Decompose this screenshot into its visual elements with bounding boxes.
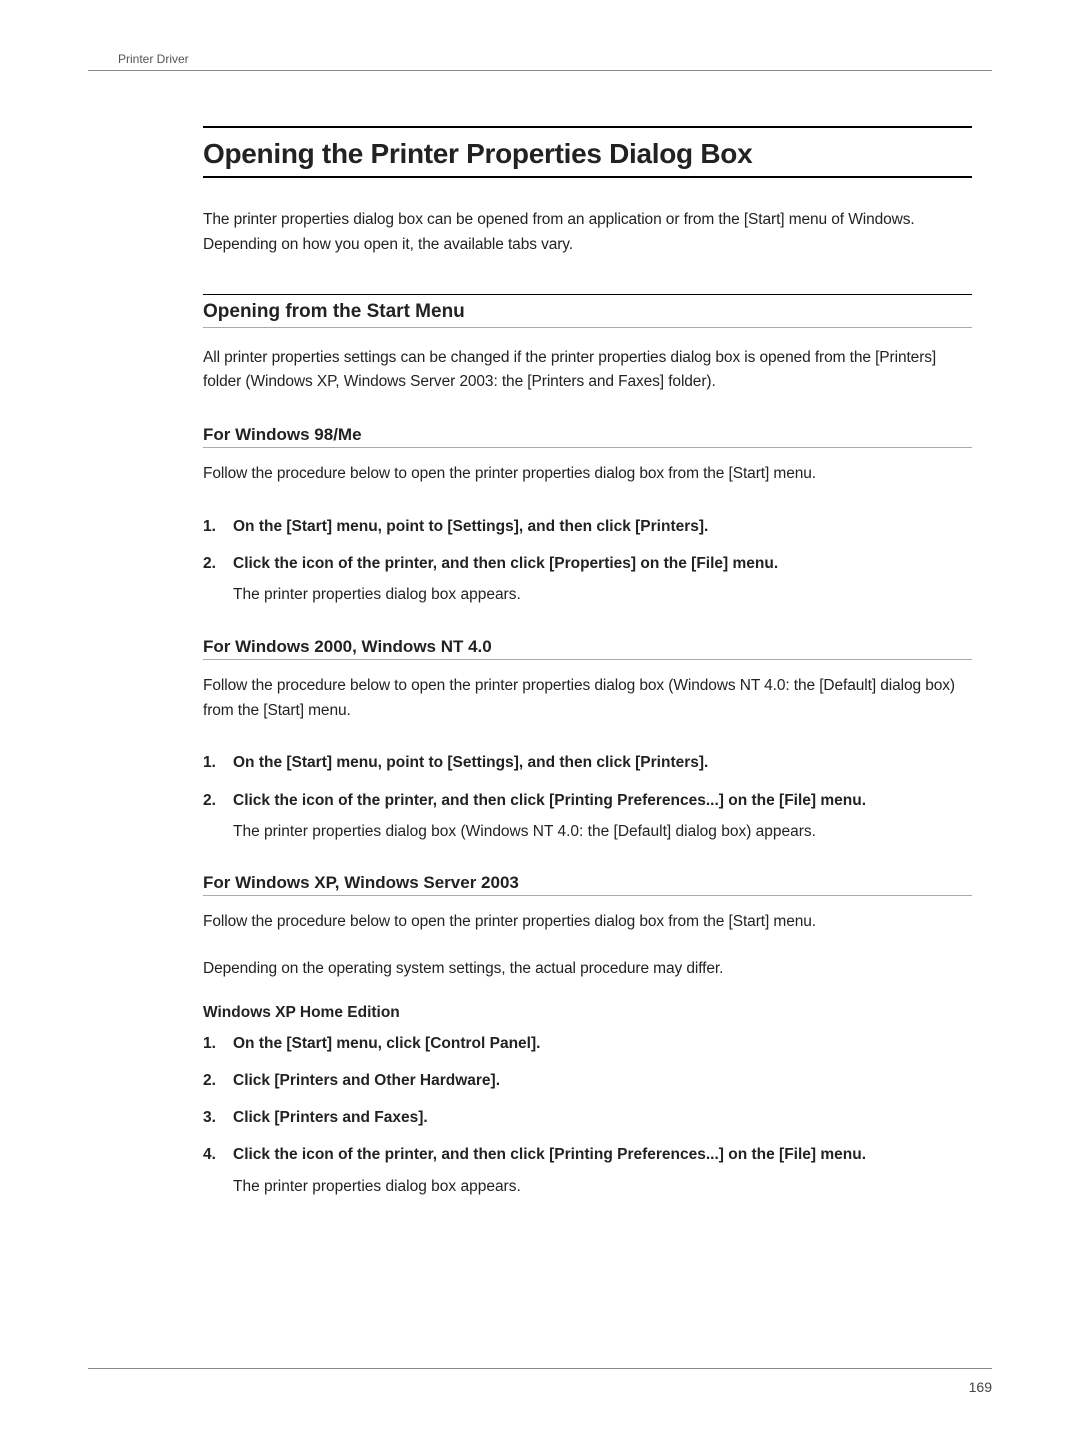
list-item: Click the icon of the printer, and then … — [203, 552, 972, 607]
step-text: Click [Printers and Other Hardware]. — [233, 1072, 500, 1089]
step-text: Click [Printers and Faxes]. — [233, 1109, 428, 1126]
step-subtext: The printer properties dialog box appear… — [233, 583, 972, 606]
section-rule-top — [203, 294, 972, 295]
list-item: On the [Start] menu, point to [Settings]… — [203, 515, 972, 538]
subsection-intro-win2000: Follow the procedure below to open the p… — [203, 674, 972, 724]
subsection-rule — [203, 447, 972, 448]
subsection-rule — [203, 895, 972, 896]
subsection-rule — [203, 659, 972, 660]
step-text: Click the icon of the printer, and then … — [233, 792, 866, 809]
page-number: 169 — [88, 1379, 992, 1395]
step-subtext: The printer properties dialog box (Windo… — [233, 820, 972, 843]
list-item: On the [Start] menu, click [Control Pane… — [203, 1032, 972, 1055]
step-text: On the [Start] menu, point to [Settings]… — [233, 754, 708, 771]
steps-win98: On the [Start] menu, point to [Settings]… — [203, 515, 972, 607]
step-text: Click the icon of the printer, and then … — [233, 555, 778, 572]
subsection-title-win98: For Windows 98/Me — [203, 425, 972, 445]
step-text: Click the icon of the printer, and then … — [233, 1146, 866, 1163]
list-item: On the [Start] menu, point to [Settings]… — [203, 751, 972, 774]
subsection-intro-winxp-2: Depending on the operating system settin… — [203, 957, 972, 982]
intro-paragraph: The printer properties dialog box can be… — [203, 208, 972, 258]
subsection-intro-win98: Follow the procedure below to open the p… — [203, 462, 972, 487]
step-subtext: The printer properties dialog box appear… — [233, 1175, 972, 1198]
steps-winxp: On the [Start] menu, click [Control Pane… — [203, 1032, 972, 1198]
section-title-start-menu: Opening from the Start Menu — [203, 301, 972, 323]
steps-win2000: On the [Start] menu, point to [Settings]… — [203, 751, 972, 843]
step-text: On the [Start] menu, point to [Settings]… — [233, 518, 708, 535]
subsection-title-winxp: For Windows XP, Windows Server 2003 — [203, 873, 972, 893]
sub-heading-xp-home: Windows XP Home Edition — [203, 1004, 972, 1022]
page-title: Opening the Printer Properties Dialog Bo… — [203, 138, 972, 170]
page-footer: 169 — [88, 1368, 992, 1395]
list-item: Click the icon of the printer, and then … — [203, 1143, 972, 1198]
step-text: On the [Start] menu, click [Control Pane… — [233, 1035, 540, 1052]
title-rule-top — [203, 126, 972, 128]
subsection-intro-winxp-1: Follow the procedure below to open the p… — [203, 910, 972, 935]
running-header: Printer Driver — [118, 52, 992, 66]
title-rule-bottom — [203, 176, 972, 178]
header-rule — [88, 70, 992, 71]
section-rule-bottom — [203, 327, 972, 328]
subsection-title-win2000: For Windows 2000, Windows NT 4.0 — [203, 637, 972, 657]
list-item: Click the icon of the printer, and then … — [203, 789, 972, 844]
footer-rule — [88, 1368, 992, 1369]
list-item: Click [Printers and Other Hardware]. — [203, 1069, 972, 1092]
section-intro: All printer properties settings can be c… — [203, 346, 972, 396]
list-item: Click [Printers and Faxes]. — [203, 1106, 972, 1129]
